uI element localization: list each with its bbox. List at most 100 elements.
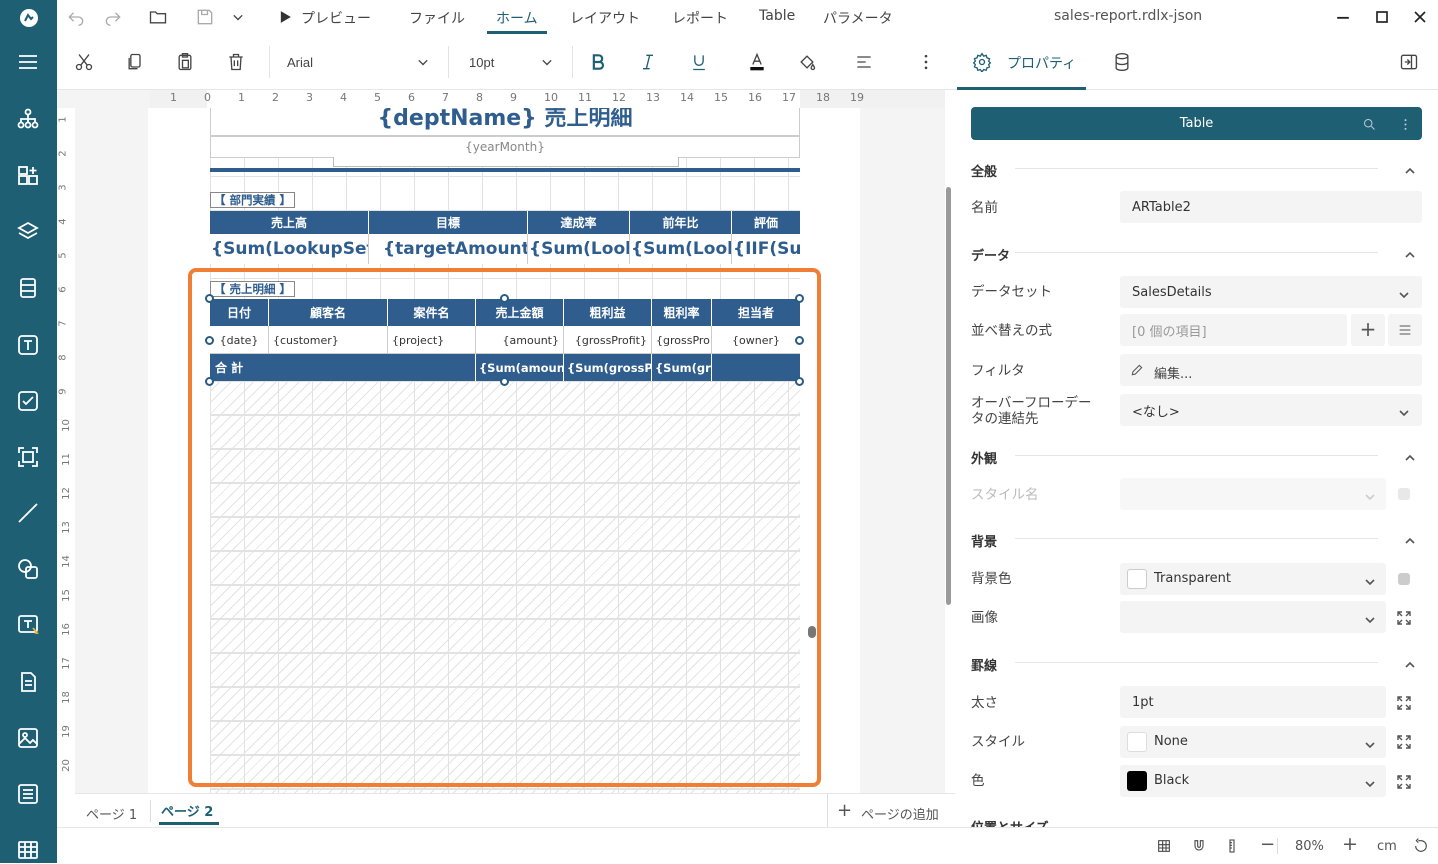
dataset-select[interactable]: SalesDetails [1120,276,1422,308]
section-border[interactable]: 罫線 [971,655,997,674]
font-size-dropdown-icon[interactable] [533,48,561,76]
database-icon[interactable] [1108,48,1136,76]
line-icon[interactable] [14,499,42,527]
chevron-up-icon[interactable] [1404,162,1416,174]
chevron-up-icon[interactable] [1404,656,1416,668]
components-icon[interactable] [14,162,42,190]
menu-table[interactable]: Table [759,8,795,24]
properties-gear-icon[interactable] [968,48,996,76]
menu-home[interactable]: ホーム [496,8,538,28]
align-icon[interactable] [850,48,878,76]
delete-icon[interactable] [222,48,250,76]
chevron-down-icon[interactable] [1364,573,1376,586]
year-month-textbox[interactable]: {yearMonth} [210,136,800,158]
open-folder-icon[interactable] [144,3,172,31]
checkbox-icon[interactable] [14,387,42,415]
ruler-toggle-icon[interactable] [1218,832,1246,860]
style-name-select[interactable] [1120,478,1386,510]
fill-color-icon[interactable] [793,48,821,76]
bg-color-select[interactable]: Transparent [1120,563,1386,595]
save-icon[interactable] [191,3,219,31]
expand-icon[interactable] [1397,734,1411,749]
section-position-size[interactable]: 位置とサイズ [971,817,1049,827]
copy-icon[interactable] [121,48,149,76]
zoom-in-button[interactable]: + [1342,833,1358,855]
header-more-icon[interactable] [1391,110,1419,138]
barcode-icon[interactable] [14,443,42,471]
border-width-field[interactable]: 1pt [1120,686,1386,718]
grid-toggle-icon[interactable] [1150,832,1178,860]
chevron-down-icon[interactable] [1364,736,1376,749]
redo-icon[interactable] [99,3,127,31]
summary-value-rating[interactable]: {IIF(Su [732,234,800,264]
zoom-level[interactable]: 80% [1295,839,1324,854]
more-options-icon[interactable] [912,48,940,76]
chevron-up-icon[interactable] [1404,246,1416,258]
expand-icon[interactable] [1397,774,1411,789]
subreport-icon[interactable] [14,668,42,696]
input-field-icon[interactable] [14,611,42,639]
layers-icon[interactable] [14,218,42,246]
report-section-icon[interactable] [14,274,42,302]
font-size-select[interactable]: 10pt [469,55,494,70]
hamburger-menu-icon[interactable] [14,48,42,76]
summary-value-achievement[interactable]: {Sum(Look [528,234,630,264]
menu-preview[interactable]: プレビュー [301,8,371,28]
textbox-icon[interactable] [14,331,42,359]
italic-icon[interactable] [634,48,662,76]
summary-value-sales[interactable]: {Sum(LookupSet( [210,234,369,264]
font-family-select[interactable]: Arial [287,55,313,70]
border-style-select[interactable]: None [1120,726,1386,758]
filter-edit-button[interactable]: 編集... [1120,354,1422,386]
image-icon[interactable] [14,724,42,752]
bg-reset-dot[interactable] [1398,573,1410,585]
chevron-up-icon[interactable] [1404,449,1416,461]
chevron-down-icon[interactable] [1398,286,1410,299]
section-background[interactable]: 背景 [971,531,997,550]
menu-report[interactable]: レポート [672,8,728,28]
chevron-down-icon[interactable] [1364,488,1376,501]
image-select[interactable] [1120,601,1386,633]
menu-parameters[interactable]: パラメータ [823,8,893,28]
shape-icon[interactable] [14,555,42,583]
title-textbox[interactable]: {deptName} 売上明細 [210,108,800,136]
menu-layout[interactable]: レイアウト [570,8,640,28]
border-color-select[interactable]: Black [1120,765,1386,797]
maximize-icon[interactable] [1368,3,1396,31]
canvas-scrollbar[interactable] [945,90,955,793]
preview-play-icon[interactable] [271,3,299,31]
undo-icon[interactable] [62,3,90,31]
chevron-down-icon[interactable] [1364,775,1376,788]
menu-file[interactable]: ファイル [409,8,465,28]
add-sort-button[interactable]: + [1351,314,1385,346]
name-field[interactable]: ARTable2 [1120,191,1422,223]
add-page-button[interactable]: ページの追加 [861,804,939,823]
page-tab-2[interactable]: ページ 2 [161,801,213,820]
style-reset-dot[interactable] [1398,488,1410,500]
zoom-out-button[interactable]: − [1260,834,1275,855]
section-data[interactable]: データ [971,245,1010,264]
properties-tab[interactable]: プロパティ [1007,53,1076,73]
unit-select[interactable]: cm [1377,839,1397,854]
scrollbar-thumb[interactable] [946,187,951,605]
summary-value-yoy[interactable]: {Sum(Look [630,234,732,264]
list-icon[interactable] [14,780,42,808]
page-edge-handle[interactable] [808,626,816,638]
chevron-down-icon[interactable] [1398,404,1410,417]
font-color-icon[interactable] [743,48,771,76]
cut-icon[interactable] [70,48,98,76]
save-dropdown-icon[interactable] [224,3,252,31]
summary-value-target[interactable]: {targetAmount} [369,234,528,264]
bold-icon[interactable] [584,48,612,76]
expand-icon[interactable] [1397,610,1411,625]
add-page-icon[interactable]: + [837,800,852,821]
chevron-up-icon[interactable] [1404,532,1416,544]
page-tab-1[interactable]: ページ 1 [86,804,137,823]
hierarchy-icon[interactable] [14,105,42,133]
underline-icon[interactable] [685,48,713,76]
section-general[interactable]: 全般 [971,161,997,180]
minimize-icon[interactable] [1329,3,1357,31]
property-search-icon[interactable] [1355,110,1383,138]
overflow-select[interactable]: <なし> [1120,394,1422,426]
sort-list-icon[interactable] [1388,314,1422,346]
